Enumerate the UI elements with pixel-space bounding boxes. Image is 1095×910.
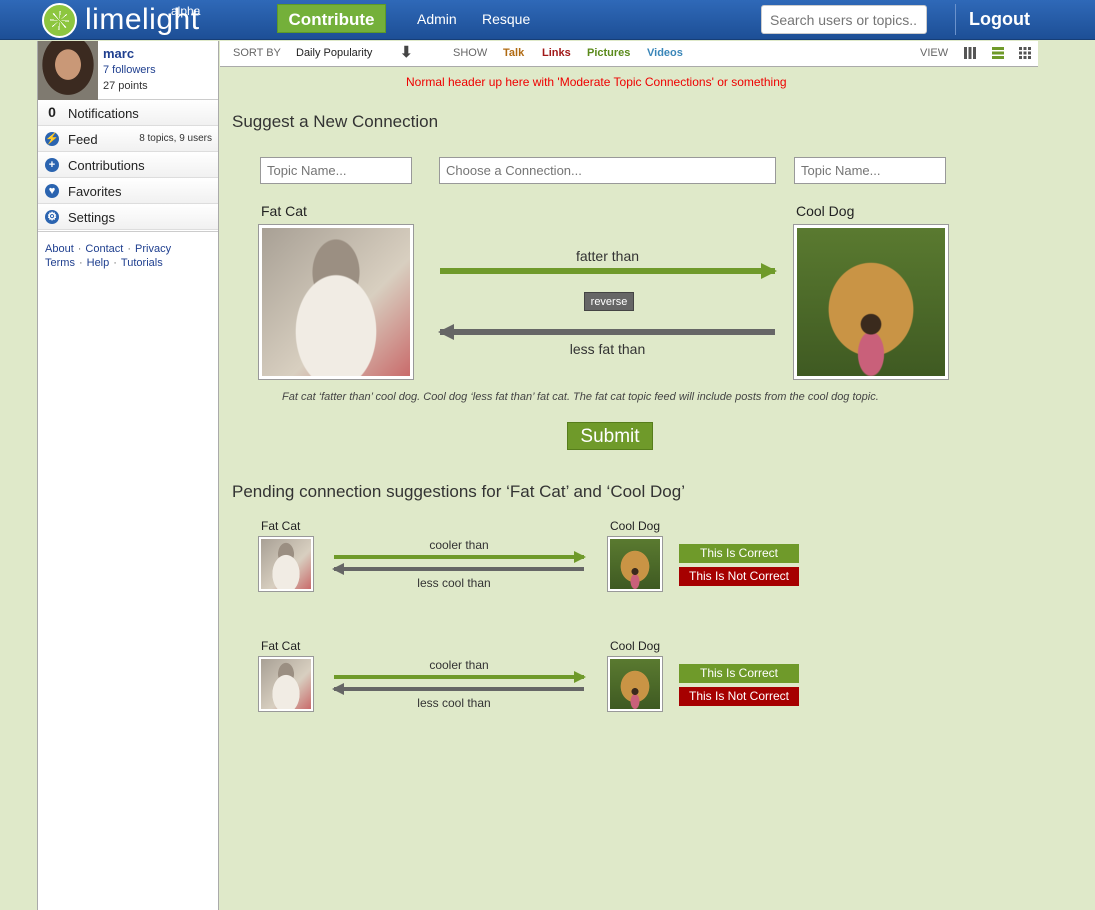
sort-direction-icon[interactable]: ⬇: [400, 43, 413, 61]
sidebar-item-label: Favorites: [68, 184, 122, 199]
forward-arrow: [334, 671, 586, 683]
filter-pictures[interactable]: Pictures: [587, 47, 630, 59]
grid-view-icon[interactable]: [1018, 46, 1032, 60]
pending-forward-label: cooler than: [429, 538, 489, 552]
sidebar-item-label: Feed: [68, 132, 98, 147]
show-label: SHOW: [453, 47, 488, 59]
pending-heading: Pending connection suggestions for ‘Fat …: [232, 482, 685, 501]
top-navigation-bar: limelight alpha Contribute Admin Resque …: [0, 0, 1095, 40]
sidebar-item-settings[interactable]: ⚙ Settings: [38, 204, 218, 230]
submit-button[interactable]: Submit: [567, 422, 653, 450]
contribute-button[interactable]: Contribute: [277, 4, 386, 33]
correct-button[interactable]: This Is Correct: [679, 664, 799, 683]
profile-followers[interactable]: 7 followers: [103, 64, 156, 76]
pending-right-name: Cool Dog: [610, 519, 661, 533]
notice-text: Normal header up here with 'Moderate Top…: [406, 75, 787, 89]
correct-button[interactable]: This Is Correct: [679, 544, 799, 563]
not-correct-button[interactable]: This Is Not Correct: [679, 567, 799, 586]
dog-photo: [610, 539, 660, 589]
sort-filter-bar: SORT BY Daily Popularity ⬇ SHOW Talk Lin…: [220, 41, 1038, 67]
topic-name-input-left[interactable]: [260, 157, 412, 184]
sidebar-item-favorites[interactable]: ♥ Favorites: [38, 178, 218, 204]
backward-arrow: [438, 324, 775, 340]
gear-icon: ⚙: [45, 210, 59, 224]
backward-arrow: [332, 563, 584, 575]
pending-right-name: Cool Dog: [610, 639, 661, 653]
pending-backward-label: less cool than: [417, 576, 491, 590]
cat-photo: [262, 228, 410, 376]
connection-caption: Fat cat ‘fatter than’ cool dog. Cool dog…: [282, 391, 879, 403]
pending-left-image[interactable]: [258, 536, 314, 592]
lime-logo-icon: [42, 2, 77, 38]
view-label: VIEW: [920, 47, 949, 59]
dog-photo: [797, 228, 945, 376]
footer-contact-link[interactable]: Contact: [85, 243, 123, 255]
profile-name[interactable]: marc: [103, 46, 134, 61]
backward-relation-label: less fat than: [569, 341, 646, 357]
plus-icon: +: [45, 158, 59, 172]
feed-count: 8 topics, 9 users: [139, 133, 212, 144]
logo-alpha-badge: alpha: [171, 4, 201, 18]
list-view-icon[interactable]: [991, 46, 1005, 60]
footer-about-link[interactable]: About: [45, 243, 74, 255]
cat-photo: [261, 539, 311, 589]
topic-name-input-right[interactable]: [794, 157, 946, 184]
divider: [955, 4, 956, 35]
heart-icon: ♥: [45, 184, 59, 198]
columns-view-icon[interactable]: [963, 46, 977, 60]
sidebar-item-label: Contributions: [68, 158, 145, 173]
pending-right-image[interactable]: [607, 656, 663, 712]
sidebar-item-notifications[interactable]: 0 Notifications: [38, 100, 218, 126]
right-topic-image[interactable]: [793, 224, 949, 380]
suggest-heading: Suggest a New Connection: [232, 112, 439, 131]
reverse-button[interactable]: reverse: [584, 292, 634, 311]
feed-icon: ⚡: [45, 132, 59, 146]
profile-card: marc 7 followers 27 points: [38, 41, 218, 100]
footer-tutorials-link[interactable]: Tutorials: [121, 257, 163, 269]
footer-help-link[interactable]: Help: [87, 257, 110, 269]
nav-resque-link[interactable]: Resque: [482, 11, 530, 27]
pending-right-image[interactable]: [607, 536, 663, 592]
footer-links: About · Contact · Privacy Terms · Help · Tutoria…: [45, 243, 172, 269]
nav-admin-link[interactable]: Admin: [417, 11, 457, 27]
filter-links[interactable]: Links: [542, 47, 571, 59]
pending-backward-label: less cool than: [417, 696, 491, 710]
not-correct-button[interactable]: This Is Not Correct: [679, 687, 799, 706]
logout-link[interactable]: Logout: [969, 9, 1030, 30]
sidebar-item-label: Settings: [68, 210, 115, 225]
forward-arrow: [334, 551, 586, 563]
cat-photo: [261, 659, 311, 709]
footer-privacy-link[interactable]: Privacy: [135, 243, 171, 255]
filter-videos[interactable]: Videos: [647, 47, 683, 59]
left-topic-image[interactable]: [258, 224, 414, 380]
dog-photo: [610, 659, 660, 709]
footer-terms-link[interactable]: Terms: [45, 257, 75, 269]
right-topic-name: Cool Dog: [796, 203, 855, 219]
pending-left-image[interactable]: [258, 656, 314, 712]
avatar[interactable]: [38, 41, 98, 100]
pending-left-name: Fat Cat: [261, 519, 301, 533]
pending-left-name: Fat Cat: [261, 639, 301, 653]
left-topic-name: Fat Cat: [261, 203, 307, 219]
profile-points: 27 points: [103, 80, 148, 92]
sidebar-item-contributions[interactable]: + Contributions: [38, 152, 218, 178]
divider: [38, 231, 218, 232]
notifications-count: 0: [48, 104, 56, 120]
forward-relation-label: fatter than: [575, 248, 640, 264]
sort-select[interactable]: Daily Popularity: [296, 47, 372, 59]
sidebar-item-label: Notifications: [68, 106, 139, 121]
backward-arrow: [332, 683, 584, 695]
sidebar: marc 7 followers 27 points 0 Notificatio…: [37, 41, 219, 910]
sort-by-label: SORT BY: [233, 47, 281, 59]
connection-select[interactable]: [439, 157, 776, 184]
forward-arrow: [440, 263, 777, 279]
search-input[interactable]: [761, 5, 927, 34]
pending-forward-label: cooler than: [429, 658, 489, 672]
sidebar-item-feed[interactable]: ⚡ Feed 8 topics, 9 users: [38, 126, 218, 152]
filter-talk[interactable]: Talk: [503, 47, 524, 59]
